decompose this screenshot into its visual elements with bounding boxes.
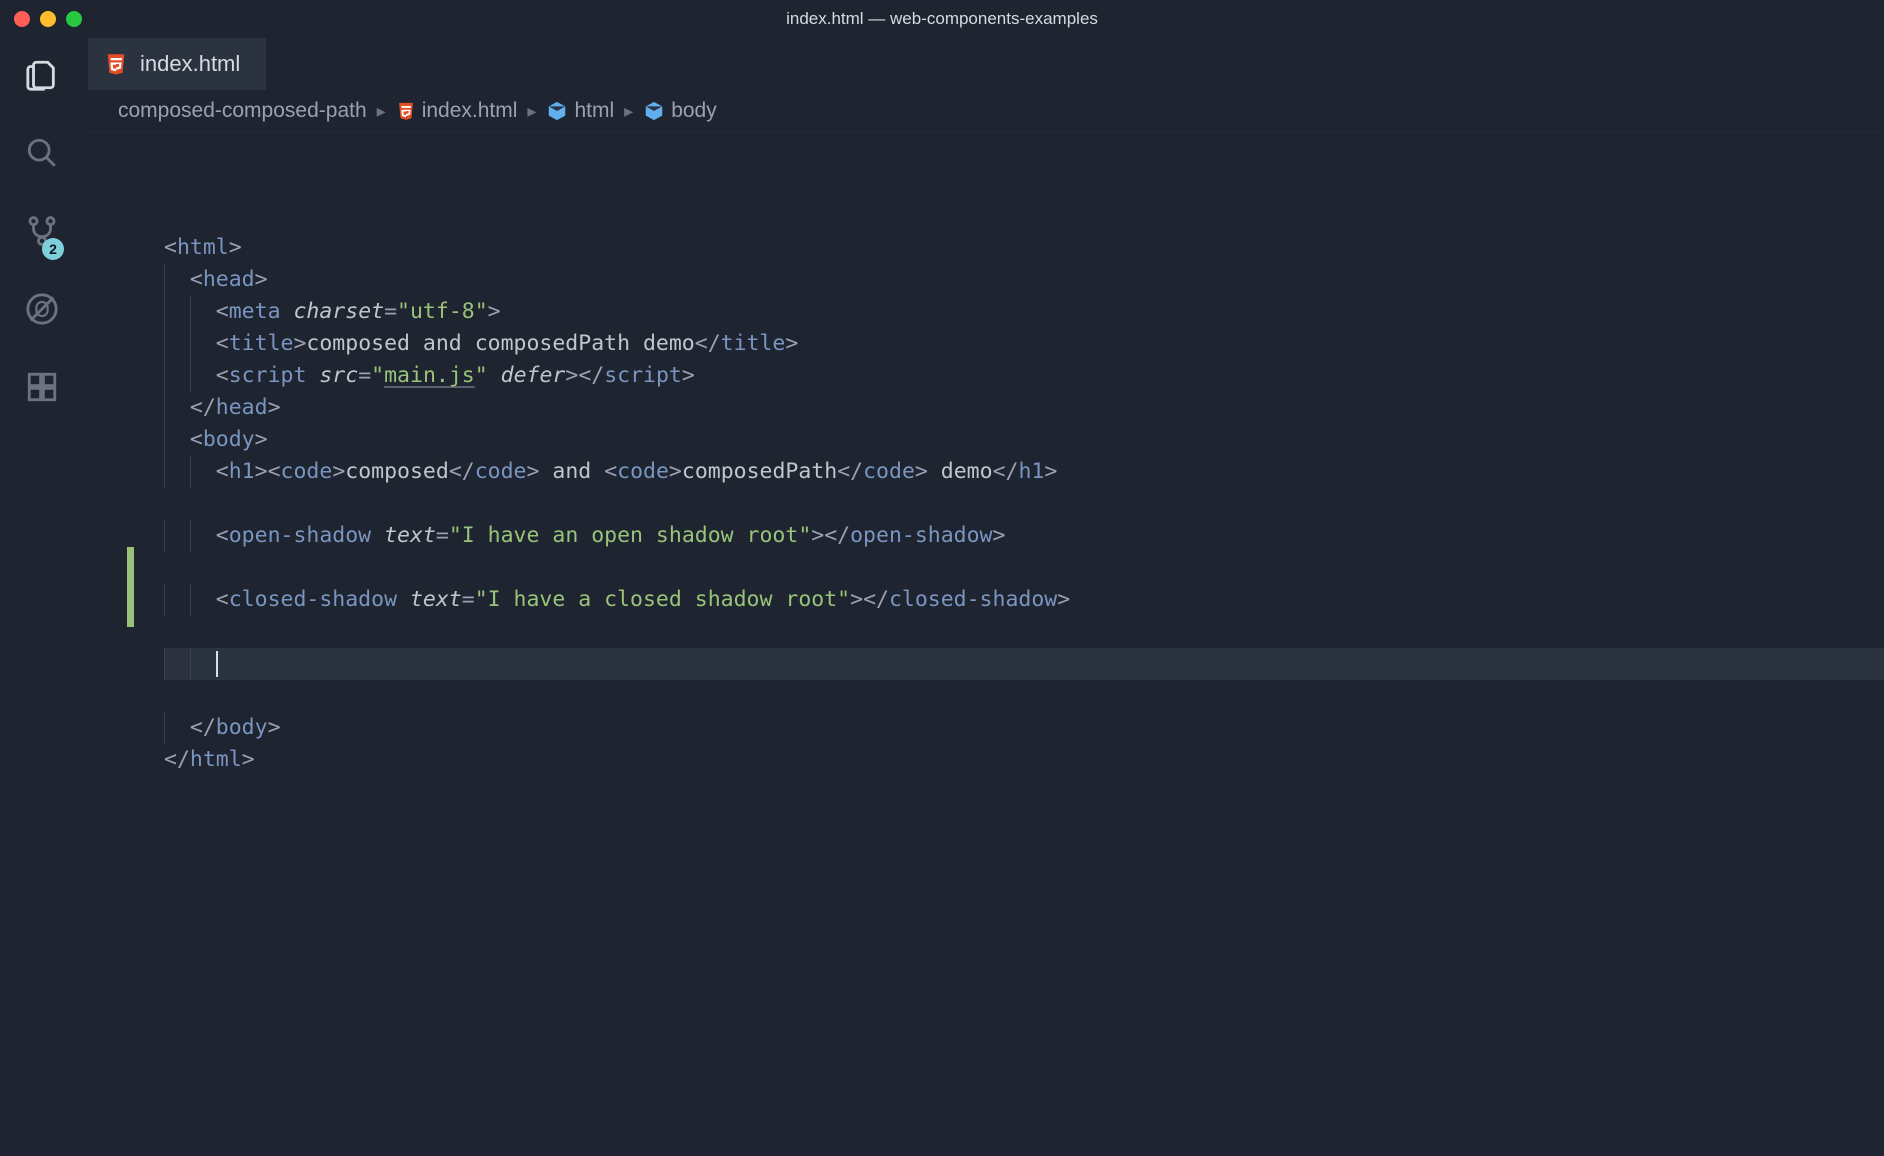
- html5-icon: [396, 101, 416, 121]
- code-line[interactable]: <script src="main.js" defer></script>: [164, 360, 1884, 392]
- breadcrumb-label: html: [574, 99, 614, 123]
- scm-activity[interactable]: 2: [18, 208, 66, 256]
- chevron-right-icon: ▸: [375, 101, 388, 122]
- code-line[interactable]: [164, 680, 1884, 712]
- editor-area[interactable]: <html> <head> <meta charset="utf-8"> <ti…: [84, 132, 1884, 1156]
- search-activity[interactable]: [18, 130, 66, 178]
- minimize-window-button[interactable]: [40, 11, 56, 27]
- window-title: index.html — web-components-examples: [0, 9, 1884, 29]
- code-line[interactable]: <title>composed and composedPath demo</t…: [164, 328, 1884, 360]
- code-line[interactable]: <closed-shadow text="I have a closed sha…: [164, 584, 1884, 616]
- breadcrumb-symbol-body[interactable]: body: [643, 99, 717, 123]
- code-line[interactable]: [164, 552, 1884, 584]
- files-icon: [25, 58, 59, 95]
- no-bug-icon: [25, 292, 59, 329]
- code-line[interactable]: [164, 648, 1884, 680]
- code-line[interactable]: <open-shadow text="I have an open shadow…: [164, 520, 1884, 552]
- chevron-right-icon: ▸: [525, 101, 538, 122]
- chevron-right-icon: ▸: [622, 101, 635, 122]
- code-content[interactable]: <html> <head> <meta charset="utf-8"> <ti…: [164, 136, 1884, 776]
- scm-badge: 2: [42, 238, 64, 260]
- close-window-button[interactable]: [14, 11, 30, 27]
- code-line[interactable]: [164, 488, 1884, 520]
- explorer-activity[interactable]: [18, 52, 66, 100]
- breadcrumb-file[interactable]: index.html: [396, 99, 518, 123]
- breadcrumb-label: composed-composed-path: [118, 99, 367, 123]
- editor-column: index.html composed-composed-path ▸ inde…: [84, 38, 1884, 1156]
- zoom-window-button[interactable]: [66, 11, 82, 27]
- main-layout: 2 index.html: [0, 38, 1884, 1156]
- tab-label: index.html: [140, 51, 240, 77]
- breadcrumb-symbol-html[interactable]: html: [546, 99, 614, 123]
- code-line[interactable]: <body>: [164, 424, 1884, 456]
- breadcrumb-folder[interactable]: composed-composed-path: [118, 99, 367, 123]
- extensions-activity[interactable]: [18, 364, 66, 412]
- code-line[interactable]: <html>: [164, 232, 1884, 264]
- tab-strip: index.html: [84, 38, 1884, 90]
- window-controls: [14, 11, 82, 27]
- code-line[interactable]: <meta charset="utf-8">: [164, 296, 1884, 328]
- titlebar: index.html — web-components-examples: [0, 0, 1884, 38]
- cube-icon: [643, 100, 665, 122]
- breadcrumb-label: body: [671, 99, 717, 123]
- activity-bar: 2: [0, 38, 84, 1156]
- extensions-icon: [25, 370, 59, 407]
- code-line[interactable]: <head>: [164, 264, 1884, 296]
- debug-activity[interactable]: [18, 286, 66, 334]
- code-line[interactable]: </head>: [164, 392, 1884, 424]
- cube-icon: [546, 100, 568, 122]
- code-line[interactable]: [164, 616, 1884, 648]
- code-line[interactable]: <h1><code>composed</code> and <code>comp…: [164, 456, 1884, 488]
- search-icon: [25, 136, 59, 173]
- breadcrumb: composed-composed-path ▸ index.html ▸ ht…: [84, 90, 1884, 132]
- breadcrumb-label: index.html: [422, 99, 518, 123]
- text-cursor: [216, 651, 218, 677]
- html5-icon: [104, 52, 128, 76]
- code-line[interactable]: </body>: [164, 712, 1884, 744]
- code-line[interactable]: </html>: [164, 744, 1884, 776]
- git-change-indicator: [127, 547, 134, 627]
- editor-tab-index-html[interactable]: index.html: [88, 38, 266, 90]
